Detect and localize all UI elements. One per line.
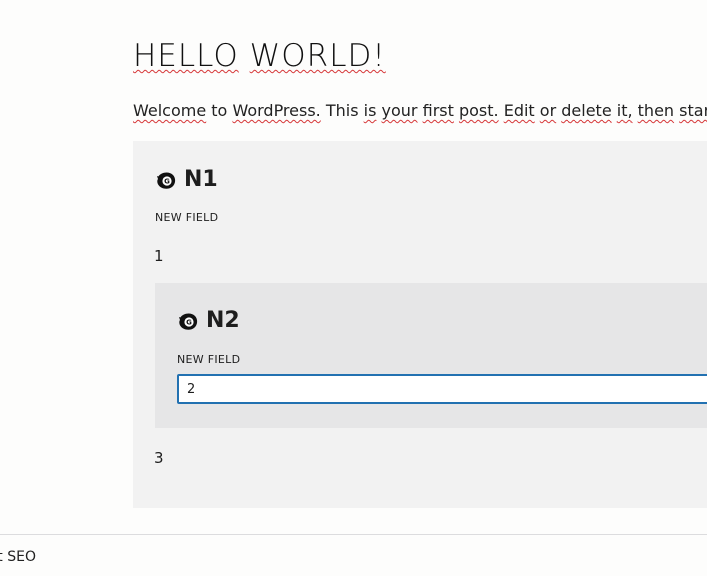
paragraph-word: to [211, 101, 228, 120]
paragraph-word: start [679, 101, 707, 120]
paragraph-word: post. [458, 101, 499, 120]
block-n2-heading: G N2 [177, 308, 240, 333]
svg-text:G: G [186, 318, 192, 326]
paragraph-word: is [363, 101, 377, 120]
paragraph-word: your [381, 101, 418, 120]
svg-text:G: G [164, 177, 170, 185]
paragraph-word: first [422, 101, 454, 120]
paragraph-word: it, [616, 101, 633, 120]
genesis-block-icon: G [177, 309, 201, 333]
footer-divider [0, 534, 707, 535]
paragraph-word: Welcome [133, 101, 207, 120]
block-n1-value-3: 3 [154, 449, 164, 467]
genesis-block-icon: G [155, 168, 179, 192]
paragraph-word: WordPress. [232, 101, 321, 120]
post-title-word: HELLO [133, 38, 239, 74]
paragraph-word: This [325, 101, 359, 120]
block-n1-heading: G N1 [155, 167, 218, 192]
paragraph-word: then [637, 101, 675, 120]
block-n2-title: N2 [206, 308, 240, 333]
block-n1[interactable]: G N1 NEW FIELD 1 G N2 NEW FIELD 2 3 [133, 141, 707, 508]
paragraph-word: Edit [503, 101, 535, 120]
post-paragraph[interactable]: Welcome to WordPress. This is your first… [133, 101, 707, 120]
post-title-word: WORLD! [249, 38, 386, 74]
block-n1-value-1: 1 [154, 247, 164, 265]
block-n2-field-label: NEW FIELD [177, 353, 241, 366]
footer-seo-label[interactable]: st SEO [0, 549, 36, 565]
post-title[interactable]: HELLO WORLD! [133, 38, 386, 74]
paragraph-word: or [539, 101, 557, 120]
new-field-input[interactable] [177, 374, 707, 404]
block-n2[interactable]: G N2 NEW FIELD [155, 283, 707, 428]
editor-canvas: HELLO WORLD! Welcome to WordPress. This … [0, 0, 707, 576]
block-n1-field-label: NEW FIELD [155, 211, 219, 224]
paragraph-word: delete [561, 101, 612, 120]
block-n1-title: N1 [184, 167, 218, 192]
